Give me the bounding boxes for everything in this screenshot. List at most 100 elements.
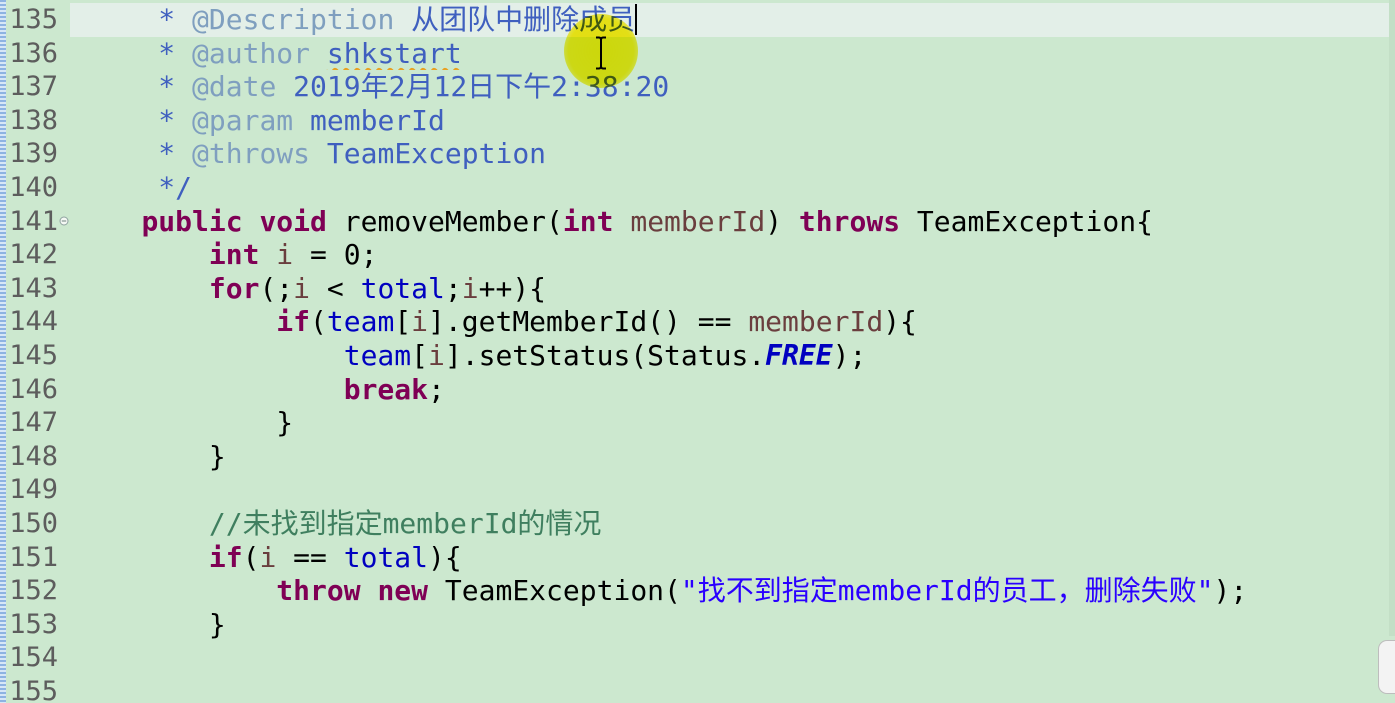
fold-gutter: [58, 171, 70, 205]
code-line[interactable]: 146 break;: [6, 373, 1395, 407]
javadoc-tag: @date: [192, 70, 277, 104]
javadoc-text: *: [158, 70, 176, 104]
code-text: [: [411, 338, 429, 372]
line-text[interactable]: int i = 0;: [70, 238, 1395, 272]
line-number[interactable]: 145: [6, 339, 58, 373]
line-text[interactable]: [70, 473, 1395, 507]
line-text[interactable]: * @author shkstart: [70, 37, 1395, 71]
line-text[interactable]: }: [70, 406, 1395, 440]
code-text: <: [310, 271, 361, 305]
line-text[interactable]: break;: [70, 373, 1395, 407]
code-text: ].setStatus(Status.: [444, 338, 766, 372]
line-number[interactable]: 149: [6, 473, 58, 507]
javadoc-tag: @author: [192, 36, 311, 70]
line-text[interactable]: for(;i < total;i++){: [70, 272, 1395, 306]
line-text[interactable]: * @Description 从团队中删除成员: [70, 3, 1395, 37]
fold-gutter: [58, 70, 70, 104]
line-number[interactable]: 135: [6, 3, 58, 37]
code-line[interactable]: 141 public void removeMember(int memberI…: [6, 205, 1395, 239]
line-number[interactable]: 141: [6, 205, 58, 239]
line-text[interactable]: */: [70, 171, 1395, 205]
code-line[interactable]: 155: [6, 675, 1395, 703]
code-line[interactable]: 140 */: [6, 171, 1395, 205]
line-text[interactable]: if(team[i].getMemberId() == memberId){: [70, 305, 1395, 339]
line-text[interactable]: * @date 2019年2月12日下午2:38:20: [70, 70, 1395, 104]
line-number[interactable]: 150: [6, 507, 58, 541]
line-text[interactable]: [70, 641, 1395, 675]
line-number[interactable]: 152: [6, 574, 58, 608]
line-text[interactable]: throw new TeamException("找不到指定memberId的员…: [70, 574, 1395, 608]
code-text: ){: [428, 540, 462, 574]
code-line[interactable]: 152 throw new TeamException("找不到指定member…: [6, 574, 1395, 608]
current-code-line[interactable]: 135 * @Description 从团队中删除成员: [6, 3, 1395, 37]
line-number[interactable]: 148: [6, 440, 58, 474]
code-line[interactable]: 154: [6, 641, 1395, 675]
line-number[interactable]: 155: [6, 675, 58, 703]
line-number[interactable]: 142: [6, 238, 58, 272]
code-text: ;: [428, 372, 445, 406]
line-text[interactable]: team[i].setStatus(Status.FREE);: [70, 339, 1395, 373]
line-number[interactable]: 151: [6, 541, 58, 575]
javadoc-text: *: [158, 3, 176, 36]
fold-collapse-icon[interactable]: [59, 216, 69, 226]
variable-token: memberId: [630, 204, 766, 238]
code-line[interactable]: 138 * @param memberId: [6, 104, 1395, 138]
code-line[interactable]: 153 }: [6, 608, 1395, 642]
line-number[interactable]: 139: [6, 137, 58, 171]
line-number[interactable]: 137: [6, 70, 58, 104]
keyword-token: throws: [798, 204, 901, 238]
line-number[interactable]: 136: [6, 37, 58, 71]
javadoc-tag: @param: [192, 103, 294, 137]
code-line[interactable]: 147 }: [6, 406, 1395, 440]
line-number[interactable]: 140: [6, 171, 58, 205]
line-text[interactable]: }: [70, 440, 1395, 474]
code-line[interactable]: 148 }: [6, 440, 1395, 474]
code-text: (: [242, 540, 260, 574]
line-text[interactable]: * @throws TeamException: [70, 137, 1395, 171]
line-text[interactable]: //未找到指定memberId的情况: [70, 507, 1395, 541]
line-number[interactable]: 153: [6, 608, 58, 642]
scroll-widget[interactable]: [1378, 640, 1395, 694]
line-number[interactable]: 154: [6, 641, 58, 675]
code-line[interactable]: 142 int i = 0;: [6, 238, 1395, 272]
code-text: ].getMemberId() ==: [428, 305, 749, 339]
code-line[interactable]: 137 * @date 2019年2月12日下午2:38:20: [6, 70, 1395, 104]
code-line[interactable]: 136 * @author shkstart: [6, 37, 1395, 71]
line-number[interactable]: 138: [6, 104, 58, 138]
code-text: = 0;: [293, 238, 378, 272]
code-line[interactable]: 145 team[i].setStatus(Status.FREE);: [6, 339, 1395, 373]
editor-lines[interactable]: 135 * @Description 从团队中删除成员 136 * @author…: [6, 3, 1395, 703]
code-editor[interactable]: 135 * @Description 从团队中删除成员 136 * @author…: [0, 0, 1395, 703]
line-number[interactable]: 143: [6, 272, 58, 306]
variable-token: i: [411, 305, 429, 339]
line-number[interactable]: 146: [6, 373, 58, 407]
line-text[interactable]: if(i == total){: [70, 541, 1395, 575]
code-line[interactable]: 149: [6, 473, 1395, 507]
line-text[interactable]: [70, 675, 1395, 703]
line-number[interactable]: 144: [6, 305, 58, 339]
overview-ruler[interactable]: [1389, 0, 1395, 636]
line-text[interactable]: }: [70, 608, 1395, 642]
fold-gutter: [58, 305, 70, 339]
fold-gutter: [58, 37, 70, 71]
line-number[interactable]: 147: [6, 406, 58, 440]
line-text[interactable]: public void removeMember(int memberId) t…: [70, 205, 1395, 239]
code-line[interactable]: 139 * @throws TeamException: [6, 137, 1395, 171]
code-line[interactable]: 151 if(i == total){: [6, 541, 1395, 575]
code-line[interactable]: 144 if(team[i].getMemberId() == memberId…: [6, 305, 1395, 339]
code-line[interactable]: 143 for(;i < total;i++){: [6, 272, 1395, 306]
code-line[interactable]: 150 //未找到指定memberId的情况: [6, 507, 1395, 541]
string-literal: "找不到指定memberId的员工，删除失败": [680, 574, 1214, 608]
line-text[interactable]: * @param memberId: [70, 104, 1395, 138]
